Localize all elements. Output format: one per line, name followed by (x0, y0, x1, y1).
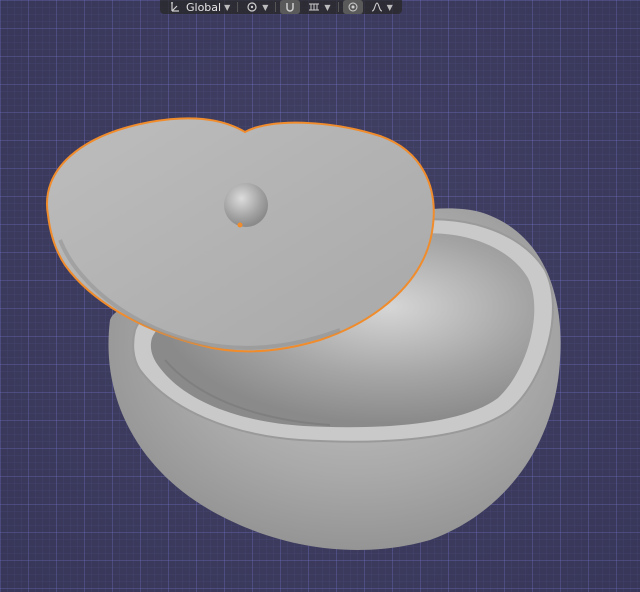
proportional-falloff-dropdown[interactable]: ▼ (367, 0, 396, 14)
viewport-header-toolbar: Global ▼ ▼ ▼ ▼ (160, 0, 402, 14)
pivot-point-icon (245, 1, 259, 13)
lid-knob (224, 183, 268, 227)
chevron-down-icon: ▼ (386, 2, 393, 12)
separator (237, 2, 239, 12)
snap-toggle[interactable] (280, 0, 301, 14)
chevron-down-icon: ▼ (324, 2, 331, 12)
transform-orientation-label: Global (186, 0, 222, 14)
snap-target-dropdown[interactable]: ▼ (304, 0, 333, 14)
transform-orientation-dropdown[interactable]: Global ▼ (166, 0, 233, 14)
chevron-down-icon: ▼ (224, 2, 231, 12)
separator (275, 2, 277, 12)
separator (337, 2, 339, 12)
proportional-editing-icon (346, 1, 360, 13)
proportional-editing-toggle[interactable] (342, 0, 363, 14)
3d-viewport[interactable] (0, 0, 640, 592)
pivot-point-dropdown[interactable]: ▼ (242, 0, 271, 14)
chevron-down-icon: ▼ (262, 2, 269, 12)
snap-increment-icon (307, 1, 321, 13)
snap-magnet-icon (283, 1, 297, 13)
transform-orientation-icon (169, 1, 183, 13)
falloff-curve-icon (370, 1, 384, 13)
scene-render[interactable] (0, 0, 640, 592)
